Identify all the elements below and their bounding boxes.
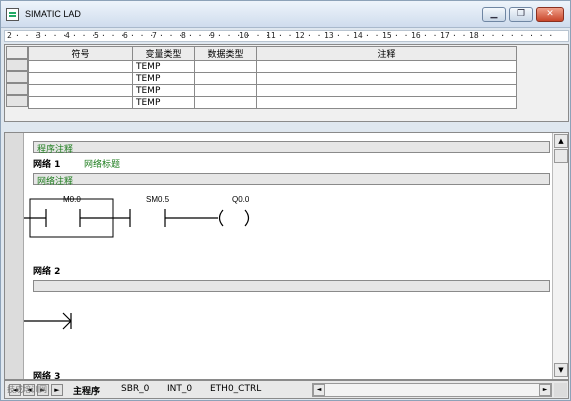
symbol-cell[interactable] [28, 96, 133, 109]
close-icon: ✕ [546, 9, 554, 19]
network-2-comment-bar[interactable] [33, 280, 550, 292]
app-window: SIMATIC LAD ▁ ❐ ✕ 2 · · · 3 · · · 4 · · … [0, 0, 571, 401]
ladder-diagram [24, 198, 250, 330]
window-title: SIMATIC LAD [25, 9, 81, 19]
var-type-cell[interactable]: TEMP [132, 84, 195, 97]
scroll-left-icon[interactable]: ◄ [313, 384, 325, 396]
simatic-app-icon [6, 8, 19, 21]
variable-grid: 符号 变量类型 数据类型 注释 TEMP TEMP TEMP TEMP [28, 46, 517, 109]
restore-icon: ❐ [516, 9, 526, 19]
var-type-cell[interactable]: TEMP [132, 60, 195, 73]
ruler-number: 13 [324, 31, 334, 40]
table-row[interactable]: TEMP [28, 72, 517, 85]
network-2-rung [24, 312, 72, 330]
data-type-cell[interactable] [194, 84, 257, 97]
ruler-number: 9 [210, 31, 215, 40]
symbol-cell[interactable] [28, 84, 133, 97]
local-variable-table: 符号 变量类型 数据类型 注释 TEMP TEMP TEMP TEMP [4, 44, 569, 122]
pane-splitter[interactable] [4, 122, 569, 131]
header-symbol: 符号 [28, 46, 133, 61]
row-header[interactable] [6, 83, 28, 95]
vertical-scrollbar[interactable]: ▲ ▼ [552, 133, 568, 379]
ruler-number: 2 [7, 31, 12, 40]
header-data-type: 数据类型 [194, 46, 257, 61]
row-header[interactable] [6, 59, 28, 71]
ladder-editor[interactable]: 程序注释 网络 1 网络标题 网络注释 M0.0 SM0.5 Q0.0 网络 2… [4, 132, 569, 380]
ruler-number: 15 [382, 31, 392, 40]
ruler-number: 17 [440, 31, 450, 40]
table-row[interactable]: TEMP [28, 60, 517, 73]
network-3-label[interactable]: 网络 3 [33, 369, 60, 379]
network-1-rung [24, 209, 250, 227]
tab-int-0[interactable]: INT_0 [167, 382, 192, 398]
tab-last-icon[interactable]: ► [51, 384, 63, 396]
tab-main[interactable]: 主程序 [73, 382, 100, 398]
column-ruler: 2 · · · 3 · · · 4 · · · 5 · · · 6 · · · … [4, 30, 569, 42]
tab-eth0-ctrl[interactable]: ETH0_CTRL [210, 382, 261, 398]
var-type-cell[interactable]: TEMP [132, 96, 195, 109]
tab-sbr-0[interactable]: SBR_0 [121, 382, 149, 398]
ruler-number: 14 [353, 31, 363, 40]
ruler-number: 7 [152, 31, 157, 40]
table-row[interactable]: TEMP [28, 96, 517, 109]
scroll-up-icon[interactable]: ▲ [554, 134, 568, 148]
title-bar[interactable]: SIMATIC LAD ▁ ❐ ✕ [1, 1, 570, 28]
scroll-right-icon[interactable]: ► [539, 384, 551, 396]
ruler-number: 4 [65, 31, 70, 40]
data-type-cell[interactable] [194, 72, 257, 85]
table-row[interactable]: TEMP [28, 84, 517, 97]
contact-sm0-5 [129, 209, 166, 227]
ruler-number: 5 [94, 31, 99, 40]
table-corner [6, 46, 28, 59]
row-header[interactable] [6, 71, 28, 83]
comment-cell[interactable] [256, 72, 517, 85]
watermark-logo: 技成培训网 [7, 385, 47, 394]
scroll-down-icon[interactable]: ▼ [554, 363, 568, 377]
restore-button[interactable]: ❐ [509, 7, 533, 22]
size-grip[interactable] [554, 383, 567, 397]
header-var-type: 变量类型 [132, 46, 195, 61]
ruler-number: 11 [266, 31, 276, 40]
minimize-button[interactable]: ▁ [482, 7, 506, 22]
horizontal-scrollbar[interactable]: ◄ ► [312, 383, 552, 397]
symbol-cell[interactable] [28, 60, 133, 73]
ruler-number: 8 [181, 31, 186, 40]
data-type-cell[interactable] [194, 96, 257, 109]
tab-strip: ◄ ◄ ► ► 主程序 SBR_0 INT_0 ETH0_CTRL ◄ ► 技成… [4, 380, 569, 399]
ruler-number: 6 [123, 31, 128, 40]
ruler-number: 18 [469, 31, 479, 40]
ruler-number: 16 [411, 31, 421, 40]
comment-cell[interactable] [256, 60, 517, 73]
minimize-icon: ▁ [490, 9, 498, 19]
network-2-label[interactable]: 网络 2 [33, 264, 60, 277]
contact-m0-0 [45, 209, 81, 227]
symbol-cell[interactable] [28, 72, 133, 85]
ruler-number: 12 [295, 31, 305, 40]
ruler-number: 3 [36, 31, 41, 40]
comment-cell[interactable] [256, 96, 517, 109]
var-type-cell[interactable]: TEMP [132, 72, 195, 85]
data-type-cell[interactable] [194, 60, 257, 73]
header-comment: 注释 [256, 46, 517, 61]
coil-q0-0 [218, 209, 250, 227]
row-header[interactable] [6, 95, 28, 107]
scroll-thumb[interactable] [554, 149, 568, 163]
close-button[interactable]: ✕ [536, 7, 564, 22]
comment-cell[interactable] [256, 84, 517, 97]
